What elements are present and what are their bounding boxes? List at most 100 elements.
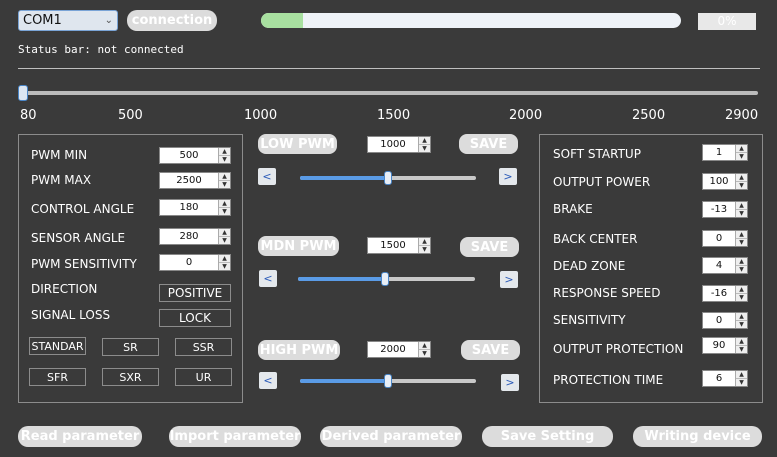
mode-sr-button[interactable]: SR <box>102 338 159 356</box>
up-icon[interactable]: ▲ <box>736 202 747 209</box>
down-icon[interactable]: ▼ <box>219 207 230 215</box>
down-icon[interactable]: ▼ <box>736 238 747 246</box>
down-icon[interactable]: ▼ <box>736 181 747 189</box>
down-icon[interactable]: ▼ <box>419 245 430 253</box>
spin-arrows[interactable]: ▲ ▼ <box>735 202 747 217</box>
up-icon[interactable]: ▲ <box>419 342 430 349</box>
dead-zone-field[interactable]: 4 ▲ ▼ <box>702 257 748 274</box>
spin-arrows[interactable]: ▲ ▼ <box>418 137 430 152</box>
up-icon[interactable]: ▲ <box>736 313 747 320</box>
protection-time-field[interactable]: 6 ▲ ▼ <box>702 370 748 387</box>
spin-arrows[interactable]: ▲ ▼ <box>735 338 747 353</box>
up-icon[interactable]: ▲ <box>219 173 230 180</box>
spin-arrows[interactable]: ▲ ▼ <box>735 231 747 246</box>
mdn-pwm-prev-button[interactable]: < <box>259 270 277 287</box>
down-icon[interactable]: ▼ <box>736 293 747 301</box>
sensitivity-field[interactable]: 0 ▲ ▼ <box>702 312 748 329</box>
low-pwm-field[interactable]: 1000 ▲ ▼ <box>367 136 431 153</box>
brake-field[interactable]: -13 ▲ ▼ <box>702 201 748 218</box>
control-angle-field[interactable]: 180 ▲ ▼ <box>159 199 231 216</box>
up-icon[interactable]: ▲ <box>736 286 747 293</box>
down-icon[interactable]: ▼ <box>736 265 747 273</box>
signal-loss-button[interactable]: LOCK <box>159 309 231 327</box>
mode-ur-button[interactable]: UR <box>175 368 232 386</box>
com-port-value: COM1 <box>23 13 62 28</box>
mode-sfr-button[interactable]: SFR <box>29 368 86 386</box>
up-icon[interactable]: ▲ <box>736 174 747 181</box>
down-icon[interactable]: ▼ <box>219 236 230 244</box>
output-power-field[interactable]: 100 ▲ ▼ <box>702 173 748 190</box>
main-slider-track[interactable] <box>22 91 758 95</box>
down-icon[interactable]: ▼ <box>419 144 430 152</box>
status-label: Status bar: <box>18 43 91 56</box>
mode-ssr-button[interactable]: SSR <box>175 338 232 356</box>
low-pwm-next-button[interactable]: > <box>499 168 517 185</box>
high-pwm-save-button[interactable]: SAVE <box>461 340 520 360</box>
spin-arrows[interactable]: ▲ ▼ <box>218 200 230 215</box>
response-speed-field[interactable]: -16 ▲ ▼ <box>702 285 748 302</box>
up-icon[interactable]: ▲ <box>419 238 430 245</box>
main-slider-thumb[interactable] <box>18 85 28 101</box>
spin-arrows[interactable]: ▲ ▼ <box>735 145 747 160</box>
soft-startup-field[interactable]: 1 ▲ ▼ <box>702 144 748 161</box>
read-parameter-button[interactable]: Read parameter <box>18 426 142 447</box>
spin-arrows[interactable]: ▲ ▼ <box>218 173 230 188</box>
pwm-sensitivity-field[interactable]: 0 ▲ ▼ <box>159 254 231 271</box>
mdn-pwm-save-button[interactable]: SAVE <box>460 237 519 257</box>
spin-arrows[interactable]: ▲ ▼ <box>735 286 747 301</box>
mdn-pwm-value: 1500 <box>380 240 406 251</box>
spin-arrows[interactable]: ▲ ▼ <box>218 255 230 270</box>
down-icon[interactable]: ▼ <box>736 378 747 386</box>
down-icon[interactable]: ▼ <box>219 180 230 188</box>
spin-arrows[interactable]: ▲ ▼ <box>735 258 747 273</box>
down-icon[interactable]: ▼ <box>219 155 230 163</box>
spin-arrows[interactable]: ▲ ▼ <box>735 174 747 189</box>
spin-arrows[interactable]: ▲ ▼ <box>218 229 230 244</box>
sensor-angle-field[interactable]: 280 ▲ ▼ <box>159 228 231 245</box>
direction-button[interactable]: POSITIVE <box>159 284 231 302</box>
low-pwm-save-button[interactable]: SAVE <box>459 134 518 154</box>
up-icon[interactable]: ▲ <box>736 371 747 378</box>
up-icon[interactable]: ▲ <box>736 145 747 152</box>
up-icon[interactable]: ▲ <box>219 229 230 236</box>
spin-arrows[interactable]: ▲ ▼ <box>418 238 430 253</box>
connection-button[interactable]: connection <box>127 10 217 31</box>
up-icon[interactable]: ▲ <box>219 255 230 262</box>
spin-arrows[interactable]: ▲ ▼ <box>218 148 230 163</box>
output-protection-field[interactable]: 90 ▲ ▼ <box>702 337 748 354</box>
com-port-select[interactable]: COM1 ⌄ <box>18 10 118 31</box>
up-icon[interactable]: ▲ <box>736 231 747 238</box>
writing-device-button[interactable]: Writing device <box>633 426 762 447</box>
pwm-max-field[interactable]: 2500 ▲ ▼ <box>159 172 231 189</box>
import-parameter-button[interactable]: Import parameter <box>169 426 301 447</box>
mdn-pwm-next-button[interactable]: > <box>500 271 518 288</box>
down-icon[interactable]: ▼ <box>219 262 230 270</box>
spin-arrows[interactable]: ▲ ▼ <box>735 371 747 386</box>
up-icon[interactable]: ▲ <box>419 137 430 144</box>
mdn-pwm-field[interactable]: 1500 ▲ ▼ <box>367 237 431 254</box>
down-icon[interactable]: ▼ <box>736 320 747 328</box>
low-pwm-slider-thumb[interactable] <box>384 171 392 185</box>
low-pwm-prev-button[interactable]: < <box>258 168 276 185</box>
pwm-min-field[interactable]: 500 ▲ ▼ <box>159 147 231 164</box>
back-center-field[interactable]: 0 ▲ ▼ <box>702 230 748 247</box>
mode-standar-button[interactable]: STANDAR <box>29 337 86 355</box>
up-icon[interactable]: ▲ <box>736 258 747 265</box>
mode-sxr-button[interactable]: SXR <box>102 368 159 386</box>
high-pwm-next-button[interactable]: > <box>501 374 519 391</box>
up-icon[interactable]: ▲ <box>219 148 230 155</box>
down-icon[interactable]: ▼ <box>419 349 430 357</box>
save-setting-button[interactable]: Save Setting <box>482 426 613 447</box>
derived-parameter-button[interactable]: Derived parameter <box>320 426 462 447</box>
spin-arrows[interactable]: ▲ ▼ <box>735 313 747 328</box>
high-pwm-field[interactable]: 2000 ▲ ▼ <box>367 341 431 358</box>
spin-arrows[interactable]: ▲ ▼ <box>418 342 430 357</box>
down-icon[interactable]: ▼ <box>736 209 747 217</box>
mdn-pwm-slider-thumb[interactable] <box>380 272 389 286</box>
high-pwm-slider-thumb[interactable] <box>384 374 392 388</box>
up-icon[interactable]: ▲ <box>736 338 747 345</box>
down-icon[interactable]: ▼ <box>736 152 747 160</box>
high-pwm-prev-button[interactable]: < <box>259 372 277 389</box>
down-icon[interactable]: ▼ <box>736 345 747 353</box>
up-icon[interactable]: ▲ <box>219 200 230 207</box>
